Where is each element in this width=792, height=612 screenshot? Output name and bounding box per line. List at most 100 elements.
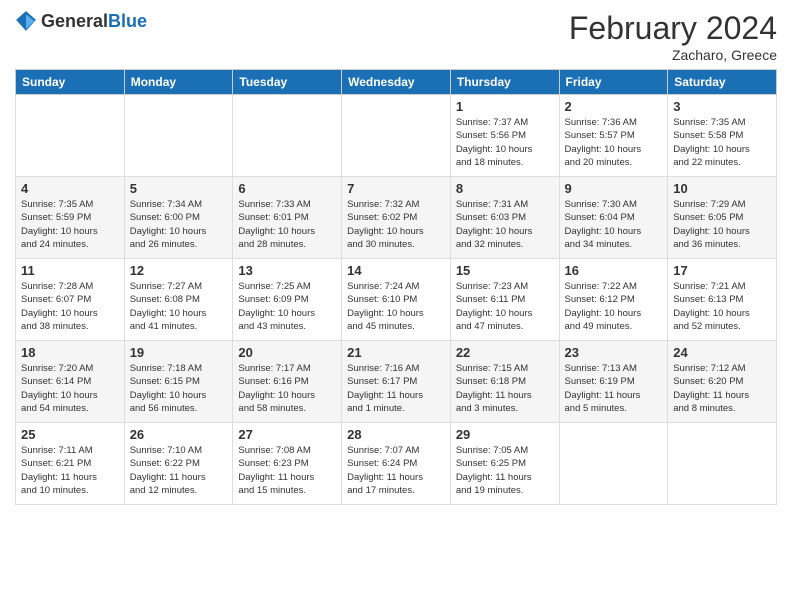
calendar-cell: 15 Sunrise: 7:23 AM Sunset: 6:11 PM Dayli… (450, 259, 559, 341)
day-info: Sunrise: 7:13 AM Sunset: 6:19 PM Dayligh… (565, 362, 663, 415)
calendar-cell (124, 95, 233, 177)
calendar-cell: 9Sunrise: 7:30 AM Sunset: 6:04 PM Daylig… (559, 177, 668, 259)
main-title: February 2024 (569, 10, 777, 47)
day-header-thursday: Thursday (450, 70, 559, 95)
calendar-cell: 14 Sunrise: 7:24 AM Sunset: 6:10 PM Dayli… (342, 259, 451, 341)
week-row-4: 25Sunrise: 7:11 AM Sunset: 6:21 PM Dayli… (16, 423, 777, 505)
day-info: Sunrise: 7:34 AM Sunset: 6:00 PM Dayligh… (130, 198, 228, 251)
logo-icon (15, 10, 37, 32)
day-number: 10 (673, 181, 771, 196)
calendar-cell: 10 Sunrise: 7:29 AM Sunset: 6:05 PM Dayli… (668, 177, 777, 259)
day-info: Sunrise: 7:22 AM Sunset: 6:12 PM Dayligh… (565, 280, 663, 333)
day-number: 4 (21, 181, 119, 196)
calendar-cell (233, 95, 342, 177)
day-info: Sunrise: 7:37 AM Sunset: 5:56 PM Dayligh… (456, 116, 554, 169)
page-container: GeneralBlue February 2024 Zacharo, Greec… (0, 0, 792, 515)
calendar-cell: 25Sunrise: 7:11 AM Sunset: 6:21 PM Dayli… (16, 423, 125, 505)
day-number: 5 (130, 181, 228, 196)
calendar-cell (16, 95, 125, 177)
day-info: Sunrise: 7:16 AM Sunset: 6:17 PM Dayligh… (347, 362, 445, 415)
calendar-cell: 8 Sunrise: 7:31 AM Sunset: 6:03 PM Daylig… (450, 177, 559, 259)
week-row-3: 18Sunrise: 7:20 AM Sunset: 6:14 PM Dayli… (16, 341, 777, 423)
calendar-cell: 26 Sunrise: 7:10 AM Sunset: 6:22 PM Dayli… (124, 423, 233, 505)
day-number: 1 (456, 99, 554, 114)
day-info: Sunrise: 7:07 AM Sunset: 6:24 PM Dayligh… (347, 444, 445, 497)
day-info: Sunrise: 7:18 AM Sunset: 6:15 PM Dayligh… (130, 362, 228, 415)
day-number: 17 (673, 263, 771, 278)
logo-general: General (41, 11, 108, 31)
day-number: 3 (673, 99, 771, 114)
day-number: 6 (238, 181, 336, 196)
day-info: Sunrise: 7:15 AM Sunset: 6:18 PM Dayligh… (456, 362, 554, 415)
day-info: Sunrise: 7:27 AM Sunset: 6:08 PM Dayligh… (130, 280, 228, 333)
day-number: 22 (456, 345, 554, 360)
day-info: Sunrise: 7:28 AM Sunset: 6:07 PM Dayligh… (21, 280, 119, 333)
day-info: Sunrise: 7:25 AM Sunset: 6:09 PM Dayligh… (238, 280, 336, 333)
day-number: 2 (565, 99, 663, 114)
day-info: Sunrise: 7:36 AM Sunset: 5:57 PM Dayligh… (565, 116, 663, 169)
logo: GeneralBlue (15, 10, 147, 32)
calendar-cell: 4 Sunrise: 7:35 AM Sunset: 5:59 PM Daylig… (16, 177, 125, 259)
day-number: 29 (456, 427, 554, 442)
day-header-sunday: Sunday (16, 70, 125, 95)
day-number: 18 (21, 345, 119, 360)
calendar-cell: 6 Sunrise: 7:33 AM Sunset: 6:01 PM Daylig… (233, 177, 342, 259)
day-info: Sunrise: 7:35 AM Sunset: 5:59 PM Dayligh… (21, 198, 119, 251)
day-info: Sunrise: 7:31 AM Sunset: 6:03 PM Dayligh… (456, 198, 554, 251)
logo-blue: Blue (108, 11, 147, 31)
calendar-cell: 23 Sunrise: 7:13 AM Sunset: 6:19 PM Dayli… (559, 341, 668, 423)
calendar-cell: 7Sunrise: 7:32 AM Sunset: 6:02 PM Daylig… (342, 177, 451, 259)
calendar-cell: 2 Sunrise: 7:36 AM Sunset: 5:57 PM Daylig… (559, 95, 668, 177)
calendar-cell: 5 Sunrise: 7:34 AM Sunset: 6:00 PM Daylig… (124, 177, 233, 259)
day-number: 12 (130, 263, 228, 278)
subtitle: Zacharo, Greece (569, 47, 777, 63)
calendar-cell: 29 Sunrise: 7:05 AM Sunset: 6:25 PM Dayli… (450, 423, 559, 505)
day-number: 15 (456, 263, 554, 278)
day-number: 8 (456, 181, 554, 196)
day-header-monday: Monday (124, 70, 233, 95)
calendar-header-row: SundayMondayTuesdayWednesdayThursdayFrid… (16, 70, 777, 95)
day-number: 20 (238, 345, 336, 360)
logo-text: GeneralBlue (41, 11, 147, 32)
calendar-cell: 27Sunrise: 7:08 AM Sunset: 6:23 PM Dayli… (233, 423, 342, 505)
day-info: Sunrise: 7:29 AM Sunset: 6:05 PM Dayligh… (673, 198, 771, 251)
calendar-cell: 19 Sunrise: 7:18 AM Sunset: 6:15 PM Dayli… (124, 341, 233, 423)
day-number: 24 (673, 345, 771, 360)
day-info: Sunrise: 7:24 AM Sunset: 6:10 PM Dayligh… (347, 280, 445, 333)
calendar-cell (668, 423, 777, 505)
day-number: 14 (347, 263, 445, 278)
day-number: 25 (21, 427, 119, 442)
day-header-wednesday: Wednesday (342, 70, 451, 95)
day-info: Sunrise: 7:08 AM Sunset: 6:23 PM Dayligh… (238, 444, 336, 497)
day-header-tuesday: Tuesday (233, 70, 342, 95)
calendar-cell: 12 Sunrise: 7:27 AM Sunset: 6:08 PM Dayli… (124, 259, 233, 341)
calendar-cell: 16 Sunrise: 7:22 AM Sunset: 6:12 PM Dayli… (559, 259, 668, 341)
day-number: 19 (130, 345, 228, 360)
calendar-cell: 18Sunrise: 7:20 AM Sunset: 6:14 PM Dayli… (16, 341, 125, 423)
calendar-cell: 11 Sunrise: 7:28 AM Sunset: 6:07 PM Dayli… (16, 259, 125, 341)
day-header-saturday: Saturday (668, 70, 777, 95)
day-number: 16 (565, 263, 663, 278)
header: GeneralBlue February 2024 Zacharo, Greec… (15, 10, 777, 63)
day-info: Sunrise: 7:21 AM Sunset: 6:13 PM Dayligh… (673, 280, 771, 333)
day-number: 11 (21, 263, 119, 278)
calendar-cell (342, 95, 451, 177)
day-number: 13 (238, 263, 336, 278)
day-info: Sunrise: 7:33 AM Sunset: 6:01 PM Dayligh… (238, 198, 336, 251)
calendar-cell: 17 Sunrise: 7:21 AM Sunset: 6:13 PM Dayli… (668, 259, 777, 341)
day-info: Sunrise: 7:30 AM Sunset: 6:04 PM Dayligh… (565, 198, 663, 251)
day-info: Sunrise: 7:10 AM Sunset: 6:22 PM Dayligh… (130, 444, 228, 497)
day-info: Sunrise: 7:05 AM Sunset: 6:25 PM Dayligh… (456, 444, 554, 497)
calendar-cell: 22 Sunrise: 7:15 AM Sunset: 6:18 PM Dayli… (450, 341, 559, 423)
week-row-1: 4 Sunrise: 7:35 AM Sunset: 5:59 PM Daylig… (16, 177, 777, 259)
day-number: 26 (130, 427, 228, 442)
day-number: 23 (565, 345, 663, 360)
day-info: Sunrise: 7:35 AM Sunset: 5:58 PM Dayligh… (673, 116, 771, 169)
day-info: Sunrise: 7:12 AM Sunset: 6:20 PM Dayligh… (673, 362, 771, 415)
calendar-cell: 21Sunrise: 7:16 AM Sunset: 6:17 PM Dayli… (342, 341, 451, 423)
calendar-table: SundayMondayTuesdayWednesdayThursdayFrid… (15, 69, 777, 505)
day-number: 28 (347, 427, 445, 442)
title-block: February 2024 Zacharo, Greece (569, 10, 777, 63)
day-info: Sunrise: 7:23 AM Sunset: 6:11 PM Dayligh… (456, 280, 554, 333)
week-row-0: 1 Sunrise: 7:37 AM Sunset: 5:56 PM Daylig… (16, 95, 777, 177)
